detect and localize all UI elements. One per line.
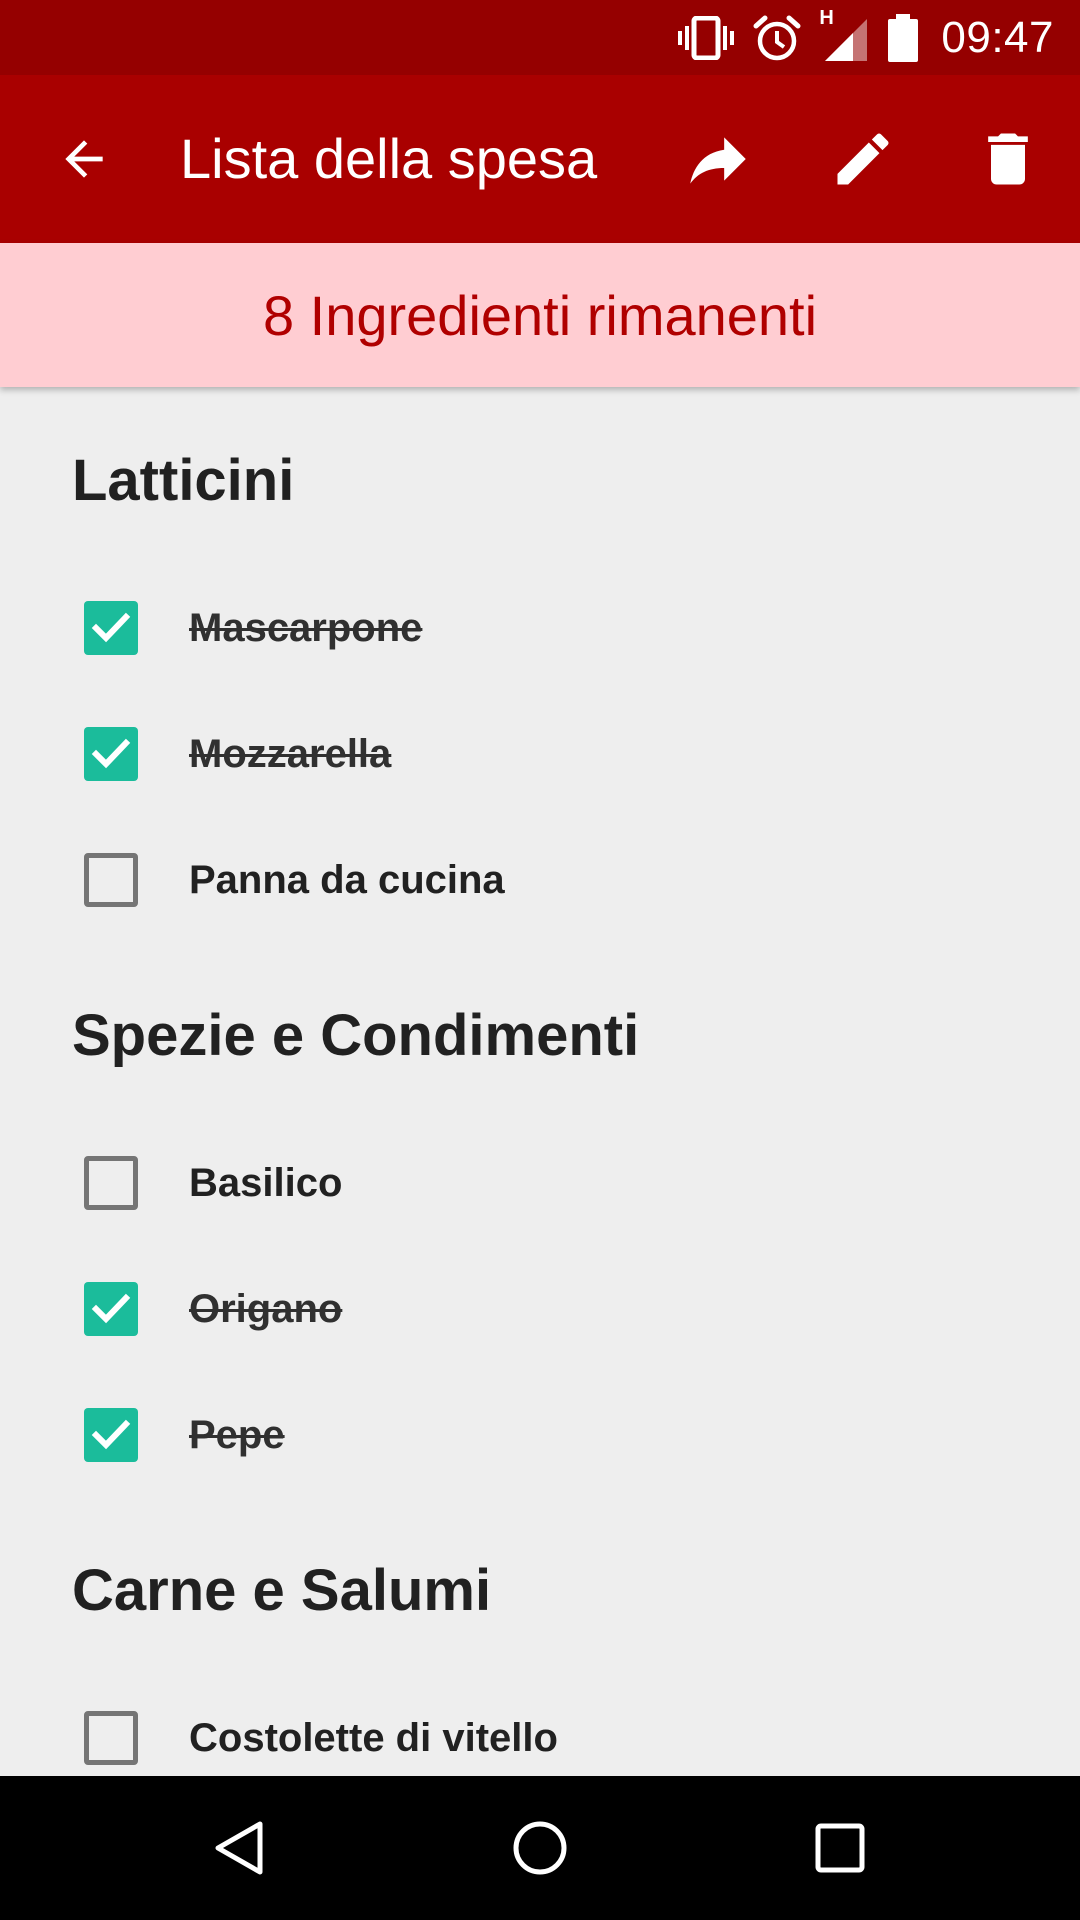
- item-label: Mascarpone: [189, 606, 423, 650]
- nav-home-button[interactable]: [490, 1798, 590, 1898]
- status-time: 09:47: [941, 12, 1054, 62]
- delete-icon: [988, 133, 1028, 185]
- checkbox-unchecked[interactable]: [84, 1711, 138, 1765]
- app-bar: Lista della spesa: [0, 75, 1080, 243]
- edit-button[interactable]: [813, 109, 913, 209]
- remaining-count-banner: 8 Ingredienti rimanenti: [0, 243, 1080, 387]
- share-button[interactable]: [668, 109, 768, 209]
- battery-icon: [887, 13, 919, 63]
- list-item[interactable]: Mozzarella: [0, 699, 1080, 809]
- vibrate-icon: [677, 15, 735, 60]
- nav-back-button[interactable]: [190, 1798, 290, 1898]
- signal-icon: H: [819, 7, 869, 63]
- list-item[interactable]: Panna da cucina: [0, 825, 1080, 935]
- nav-recents-icon: [815, 1823, 865, 1873]
- item-label: Panna da cucina: [189, 858, 505, 902]
- list-item[interactable]: Basilico: [0, 1128, 1080, 1238]
- checkbox-checked[interactable]: [84, 1408, 138, 1462]
- item-label: Pepe: [189, 1413, 285, 1457]
- item-label: Origano: [189, 1287, 343, 1331]
- nav-back-icon: [215, 1821, 263, 1875]
- delete-button[interactable]: [958, 109, 1058, 209]
- list-item[interactable]: Origano: [0, 1254, 1080, 1364]
- back-button[interactable]: [34, 109, 134, 209]
- checkbox-checked[interactable]: [84, 601, 138, 655]
- alarm-icon: [753, 14, 801, 62]
- checkbox-unchecked[interactable]: [84, 853, 138, 907]
- edit-icon: [837, 133, 889, 185]
- check-icon: [91, 1419, 131, 1450]
- checkbox-unchecked[interactable]: [84, 1156, 138, 1210]
- nav-home-icon: [513, 1821, 567, 1875]
- section-title: Latticini: [72, 448, 295, 513]
- check-icon: [91, 738, 131, 769]
- arrow-back-icon: [65, 140, 103, 178]
- section-title: Spezie e Condimenti: [72, 1003, 640, 1068]
- checkbox-checked[interactable]: [84, 727, 138, 781]
- checkbox-checked[interactable]: [84, 1282, 138, 1336]
- item-label: Mozzarella: [189, 732, 392, 776]
- item-label: Basilico: [189, 1161, 343, 1205]
- page-title: Lista della spesa: [180, 127, 598, 190]
- system-nav-bar: [0, 1776, 1080, 1920]
- section-title: Carne e Salumi: [72, 1558, 492, 1623]
- check-icon: [91, 612, 131, 643]
- list-item[interactable]: Mascarpone: [0, 573, 1080, 683]
- item-label: Costolette di vitello: [189, 1716, 558, 1760]
- share-icon: [690, 137, 746, 184]
- check-icon: [91, 1293, 131, 1324]
- status-bar: H 09:47: [0, 0, 1080, 75]
- nav-recents-button[interactable]: [790, 1798, 890, 1898]
- list-item[interactable]: Pepe: [0, 1380, 1080, 1490]
